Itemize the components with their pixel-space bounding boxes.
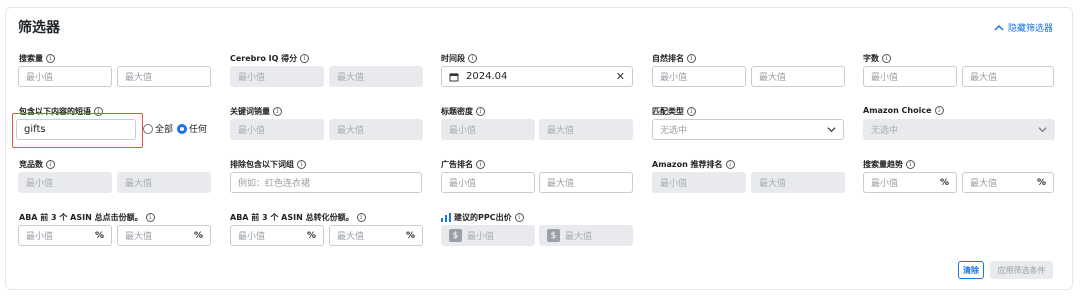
- aba-click-share-min[interactable]: 最小值%: [18, 225, 112, 246]
- search-trend-min[interactable]: 最小值%: [863, 172, 957, 193]
- amazon-choice-select[interactable]: 无选中: [863, 119, 1055, 140]
- keyword-sales-min[interactable]: 最小值: [230, 119, 324, 140]
- keyword-sales-max[interactable]: 最大值: [329, 119, 423, 140]
- apply-filters-button[interactable]: 应用筛选条件: [990, 261, 1053, 279]
- contains-phrase-input[interactable]: gifts: [16, 119, 136, 140]
- chevron-down-icon: [1038, 127, 1047, 133]
- search-trend-max[interactable]: 最大值%: [962, 172, 1054, 193]
- time-range-field[interactable]: 2024.04 ✕: [441, 66, 633, 87]
- search-volume-max[interactable]: 最大值: [117, 66, 211, 87]
- calendar-icon: [449, 72, 459, 81]
- ad-rank-max[interactable]: 最大值: [539, 172, 633, 193]
- title-density-label: 标题密度 i: [441, 106, 485, 117]
- info-icon[interactable]: i: [476, 107, 485, 116]
- amazon-recommended-rank-min[interactable]: 最小值: [652, 172, 746, 193]
- info-icon[interactable]: i: [46, 54, 55, 63]
- hide-filters-label: 隐藏筛选器: [1007, 24, 1053, 34]
- match-type-label: 匹配类型 i: [652, 106, 696, 117]
- exclude-phrases-label: 排除包含以下词组 i: [230, 159, 306, 170]
- cerebro-iq-label: Cerebro IQ 得分 i: [230, 53, 310, 64]
- search-volume-label: 搜索量 i: [19, 53, 55, 64]
- info-icon[interactable]: i: [46, 160, 55, 169]
- title-density-max[interactable]: 最大值: [539, 119, 633, 140]
- aba-click-share-label: ABA 前 3 个 ASIN 总点击份额。 i: [19, 212, 155, 223]
- radio-all-circle[interactable]: [143, 123, 153, 134]
- info-icon[interactable]: i: [297, 160, 306, 169]
- radio-any-circle[interactable]: [177, 123, 187, 134]
- keyword-sales-label: 关键词销量 i: [230, 106, 282, 117]
- info-icon[interactable]: i: [356, 213, 366, 222]
- word-count-max[interactable]: 最大值: [962, 66, 1054, 87]
- organic-rank-min[interactable]: 最小值: [652, 66, 746, 87]
- panel-title: 筛选器: [18, 20, 60, 36]
- info-icon[interactable]: i: [882, 54, 891, 63]
- dollar-icon: $: [449, 229, 462, 242]
- ad-rank-label: 广告排名 i: [441, 159, 485, 170]
- info-icon[interactable]: i: [273, 107, 282, 116]
- radio-all[interactable]: 全部: [143, 122, 173, 135]
- word-count-label: 字数 i: [863, 53, 891, 64]
- aba-conversion-share-label: ABA 前 3 个 ASIN 总转化份额。 i: [230, 212, 366, 223]
- aba-conversion-share-min[interactable]: 最小值%: [230, 225, 324, 246]
- aba-click-share-max[interactable]: 最大值%: [117, 225, 211, 246]
- dollar-icon: $: [547, 229, 560, 242]
- chevron-up-icon: [994, 24, 1004, 31]
- search-trend-label: 搜索量趋势 i: [863, 159, 915, 170]
- info-icon[interactable]: i: [468, 54, 477, 63]
- word-count-min[interactable]: 最小值: [863, 66, 957, 87]
- ppc-bid-min[interactable]: $ 最小值: [441, 225, 535, 246]
- ppc-bid-max[interactable]: $ 最大值: [539, 225, 633, 246]
- search-volume-min[interactable]: 最小值: [18, 66, 112, 87]
- ppc-bid-label: 建议的PPC出价 i: [441, 212, 524, 223]
- info-icon[interactable]: i: [687, 107, 696, 116]
- chevron-down-icon: [827, 127, 836, 133]
- amazon-recommended-rank-label: Amazon 推荐排名 i: [652, 159, 735, 170]
- match-type-select[interactable]: 无选中: [652, 119, 844, 140]
- info-icon[interactable]: i: [514, 213, 524, 222]
- title-density-min[interactable]: 最小值: [441, 119, 535, 140]
- time-range-value: 2024.04: [466, 71, 508, 82]
- info-icon[interactable]: i: [725, 160, 735, 169]
- filter-panel: [5, 7, 1073, 290]
- bar-chart-icon: [441, 213, 451, 222]
- radio-any[interactable]: 任何: [177, 122, 207, 135]
- exclude-phrases-input[interactable]: 例如：红色连衣裙: [230, 172, 422, 193]
- amazon-choice-label: Amazon Choice i: [863, 106, 944, 115]
- info-icon[interactable]: i: [906, 160, 915, 169]
- competing-products-max[interactable]: 最大值: [117, 172, 211, 193]
- info-icon[interactable]: i: [687, 54, 696, 63]
- cerebro-iq-max[interactable]: 最大值: [329, 66, 423, 87]
- amazon-recommended-rank-max[interactable]: 最大值: [751, 172, 845, 193]
- aba-conversion-share-max[interactable]: 最大值%: [329, 225, 423, 246]
- hide-filters-link[interactable]: 隐藏筛选器: [994, 21, 1053, 34]
- organic-rank-label: 自然排名 i: [652, 53, 696, 64]
- cerebro-iq-min[interactable]: 最小值: [230, 66, 324, 87]
- clear-icon[interactable]: ✕: [616, 70, 625, 83]
- time-range-label: 时间段 i: [441, 53, 477, 64]
- competing-products-label: 竞品数 i: [19, 159, 55, 170]
- info-icon[interactable]: i: [934, 106, 944, 115]
- clear-button[interactable]: 清除: [958, 261, 984, 279]
- info-icon[interactable]: i: [300, 54, 310, 63]
- info-icon[interactable]: i: [476, 160, 485, 169]
- ad-rank-min[interactable]: 最小值: [441, 172, 535, 193]
- organic-rank-max[interactable]: 最大值: [751, 66, 845, 87]
- info-icon[interactable]: i: [145, 213, 155, 222]
- competing-products-min[interactable]: 最小值: [18, 172, 112, 193]
